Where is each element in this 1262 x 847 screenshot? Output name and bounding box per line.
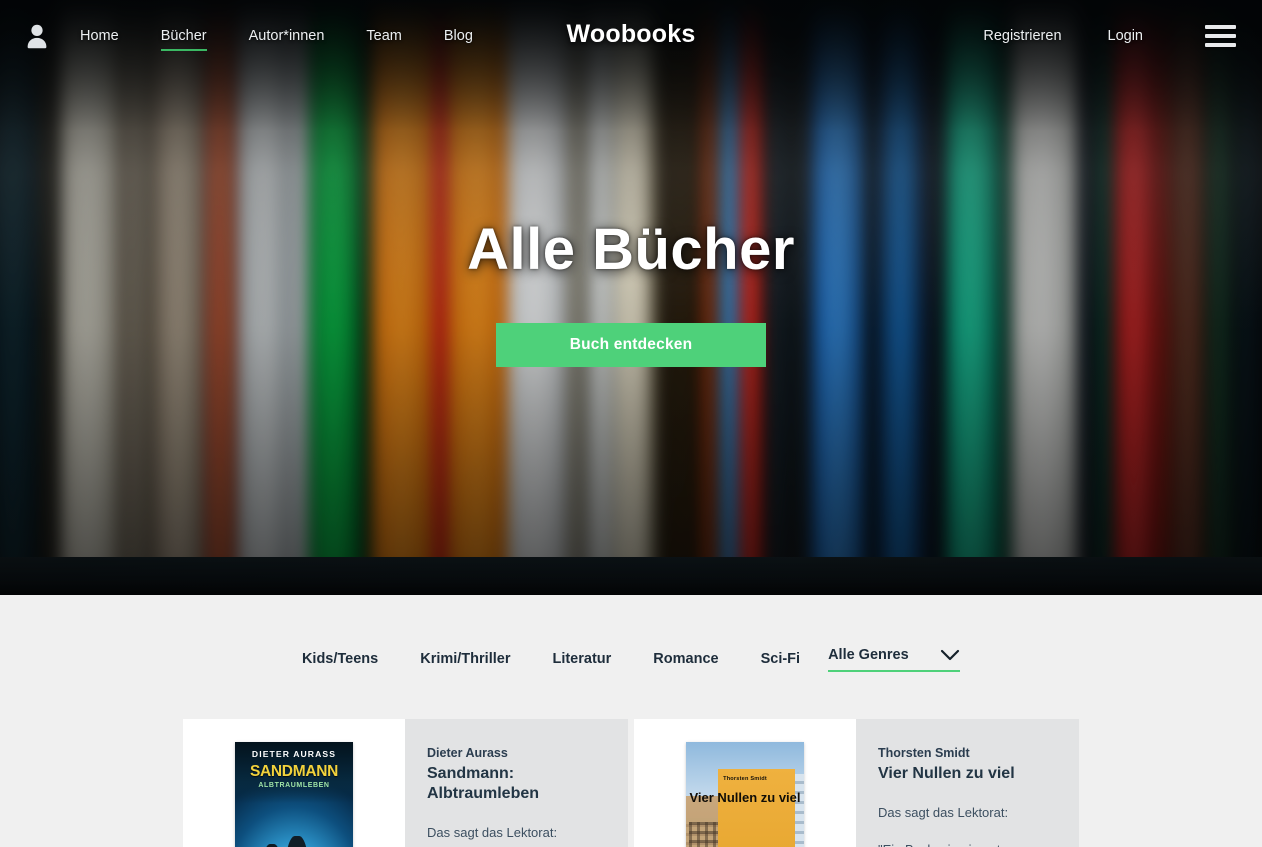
book-card[interactable]: Thorsten Smidt Vier Nullen zu viel oder … xyxy=(634,719,1079,847)
hero-banner: Home Bücher Autor*innen Team Blog Wooboo… xyxy=(0,0,1262,595)
book-author: Dieter Aurass xyxy=(427,746,508,760)
book-card[interactable]: DIETER AURASS SANDMANN ALBTRAUMLEBEN Die… xyxy=(183,719,628,847)
nav-link-login[interactable]: Login xyxy=(1108,24,1143,48)
cover-author-text: DIETER AURASS xyxy=(251,749,337,759)
genre-filter-literatur[interactable]: Literatur xyxy=(552,651,611,667)
nav-link-registrieren[interactable]: Registrieren xyxy=(983,24,1061,48)
genre-select-dropdown[interactable]: Alle Genres xyxy=(828,646,961,672)
nav-link-blog[interactable]: Blog xyxy=(444,24,473,48)
primary-nav-links: Home Bücher Autor*innen Team Blog xyxy=(80,24,515,51)
genre-filter-romance[interactable]: Romance xyxy=(653,651,718,667)
book-author: Thorsten Smidt xyxy=(878,746,970,760)
book-review-label: Das sagt das Lektorat: xyxy=(427,824,558,840)
hero-content: Alle Bücher Buch entdecken xyxy=(0,216,1262,367)
book-cover-pane: Thorsten Smidt Vier Nullen zu viel oder … xyxy=(634,719,856,847)
book-card-grid: DIETER AURASS SANDMANN ALBTRAUMLEBEN Die… xyxy=(0,719,1262,847)
book-cover-image-sandmann[interactable]: DIETER AURASS SANDMANN ALBTRAUMLEBEN xyxy=(235,742,353,847)
nav-link-home[interactable]: Home xyxy=(80,24,119,48)
top-navigation-bar: Home Bücher Autor*innen Team Blog Wooboo… xyxy=(0,0,1262,72)
cover-title-text: SANDMANN xyxy=(249,763,338,780)
book-title: Sandmann: Albtraumleben xyxy=(427,764,540,802)
cover-title-text: Vier Nullen zu viel xyxy=(689,789,801,805)
user-avatar-icon[interactable] xyxy=(22,21,52,51)
cover-subtitle-text: ALBTRAUMLEBEN xyxy=(258,782,330,789)
book-review-label: Das sagt das Lektorat: xyxy=(878,804,1009,820)
book-info-pane: Dieter Aurass Sandmann: Albtraumleben Da… xyxy=(405,719,628,847)
nav-link-team[interactable]: Team xyxy=(366,24,401,48)
genre-filter-kids-teens[interactable]: Kids/Teens xyxy=(302,651,378,667)
book-title: Vier Nullen zu viel xyxy=(878,764,1015,782)
hamburger-menu-icon[interactable] xyxy=(1205,25,1236,47)
nav-link-buecher[interactable]: Bücher xyxy=(160,24,207,51)
hero-title: Alle Bücher xyxy=(467,217,795,282)
chevron-down-icon[interactable] xyxy=(940,649,960,661)
genre-filter-section: Kids/Teens Krimi/Thriller Literatur Roma… xyxy=(0,595,1262,719)
discover-book-button[interactable]: Buch entdecken xyxy=(496,323,766,367)
genre-filter-krimi-thriller[interactable]: Krimi/Thriller xyxy=(420,651,510,667)
book-review-quote: "Ein Buch wie ein gutes Roadmovie: spann… xyxy=(878,841,1055,847)
genre-select-value: Alle Genres xyxy=(828,646,909,663)
genre-filter-bar: Kids/Teens Krimi/Thriller Literatur Roma… xyxy=(302,646,961,672)
book-info-pane: Thorsten Smidt Vier Nullen zu viel Das s… xyxy=(856,719,1079,847)
secondary-nav-links: Registrieren Login xyxy=(937,24,1236,48)
cover-author-text: Thorsten Smidt xyxy=(723,776,767,783)
genre-filter-sci-fi[interactable]: Sci-Fi xyxy=(761,651,800,667)
book-cover-pane: DIETER AURASS SANDMANN ALBTRAUMLEBEN xyxy=(183,719,405,847)
nav-link-autorinnen[interactable]: Autor*innen xyxy=(249,24,325,48)
book-cover-image-vier-nullen[interactable]: Thorsten Smidt Vier Nullen zu viel oder … xyxy=(686,742,804,847)
